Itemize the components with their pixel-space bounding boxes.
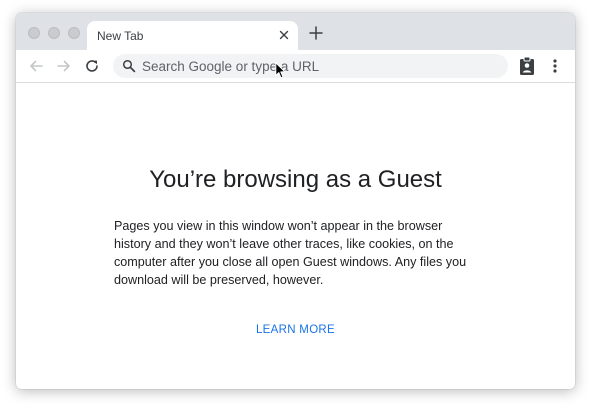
window-minimize-button[interactable]: [48, 27, 60, 39]
tab-new-tab[interactable]: New Tab: [87, 21, 298, 50]
guest-description: Pages you view in this window won’t appe…: [114, 219, 467, 287]
toolbar: Search Google or type a URL: [16, 50, 575, 83]
browser-window: New Tab Search Google or type a URL You’…: [16, 13, 575, 389]
kebab-menu-icon[interactable]: [549, 57, 561, 75]
arrow-left-icon[interactable]: [27, 57, 45, 75]
clipboard-person-icon[interactable]: [518, 56, 536, 76]
page-title: You’re browsing as a Guest: [149, 166, 442, 193]
window-close-button[interactable]: [28, 27, 40, 39]
search-icon: [122, 59, 136, 73]
arrow-right-icon[interactable]: [55, 57, 73, 75]
guest-page: You’re browsing as a Guest Pages you vie…: [16, 83, 575, 389]
omnibox-placeholder: Search Google or type a URL: [142, 59, 320, 74]
omnibox-input[interactable]: Search Google or type a URL: [113, 54, 508, 78]
tab-title: New Tab: [97, 29, 144, 43]
mouse-pointer-icon: [275, 62, 286, 79]
window-maximize-button[interactable]: [68, 27, 80, 39]
tab-strip: New Tab: [16, 13, 575, 50]
reload-icon[interactable]: [83, 57, 101, 75]
learn-more-link[interactable]: LEARN MORE: [16, 324, 575, 336]
close-icon[interactable]: [276, 27, 292, 43]
plus-icon[interactable]: [308, 25, 324, 41]
